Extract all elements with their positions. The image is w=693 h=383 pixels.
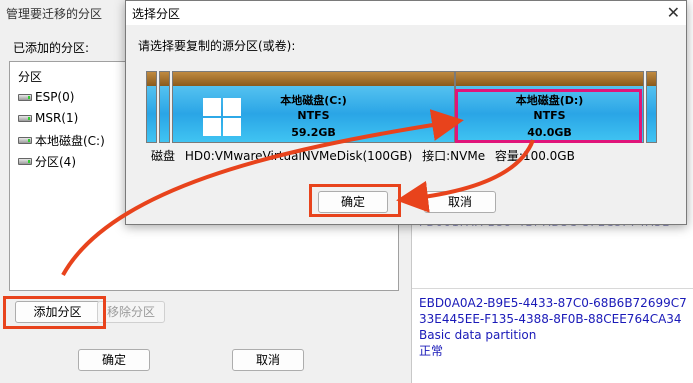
- window-title: 管理要迁移的分区: [6, 7, 103, 21]
- tree-item-label: 分区(4): [35, 155, 76, 169]
- disk-label: 磁盘: [151, 149, 176, 163]
- partition-c-block[interactable]: 本地磁盘(C:) NTFS 59.2GB: [172, 71, 455, 143]
- dialog-titlebar: 选择分区 ✕: [126, 1, 686, 25]
- partition-icon: [18, 114, 32, 122]
- disk-capacity: 容量:100.0GB: [494, 149, 575, 163]
- partition-c-size: 59.2GB: [291, 126, 336, 139]
- tree-item-partition-4[interactable]: 分区(4): [18, 153, 76, 170]
- partition-icon: [18, 158, 32, 165]
- disk-model: HD0:VMwareVirtualNVMeDisk(100GB): [184, 149, 413, 163]
- added-partitions-label: 已添加的分区:: [13, 41, 90, 55]
- dialog-prompt: 请选择要复制的源分区(或卷):: [138, 39, 296, 53]
- partition-esp-block[interactable]: [146, 71, 157, 143]
- partition-d-block[interactable]: 本地磁盘(D:) NTFS 40.0GB: [455, 71, 644, 143]
- partition-d-name: 本地磁盘(D:): [515, 94, 584, 107]
- partition-icon: [18, 93, 32, 101]
- tree-item-label: 本地磁盘(C:): [35, 134, 105, 148]
- tree-item-local-c[interactable]: 本地磁盘(C:): [18, 132, 105, 149]
- disk-info: 磁盘 HD0:VMwareVirtualNVMeDisk(100GB) 接口:N…: [151, 147, 581, 164]
- partition-c-name: 本地磁盘(C:): [280, 94, 347, 107]
- partition-type: Basic data partition: [419, 328, 537, 342]
- type-guid: EBD0A0A2-B9E5-4433-87C0-68B6B72699C7: [419, 296, 687, 310]
- tree-item-msr[interactable]: MSR(1): [18, 111, 78, 125]
- remove-partition-button[interactable]: 移除分区: [97, 301, 165, 323]
- select-partition-dialog: 选择分区 ✕ 请选择要复制的源分区(或卷): 本地磁盘(C:) NTFS 59.…: [125, 0, 687, 225]
- partition-msr-block[interactable]: [159, 71, 170, 143]
- partition-status: 正常: [419, 344, 444, 358]
- disk-partition-map: 本地磁盘(C:) NTFS 59.2GB 本地磁盘(D:) NTFS 40.0G…: [146, 71, 659, 143]
- partition-d-size: 40.0GB: [527, 126, 572, 139]
- tree-item-esp[interactable]: ESP(0): [18, 90, 74, 104]
- tree-item-label: ESP(0): [35, 90, 75, 104]
- add-button-annotation-frame: [3, 296, 106, 329]
- close-icon[interactable]: ✕: [667, 3, 680, 22]
- tree-root[interactable]: 分区: [18, 68, 42, 85]
- dialog-title: 选择分区: [132, 7, 181, 21]
- partition-guid: 33E445EE-F135-4388-8F0B-88CEE764CA34: [419, 312, 682, 326]
- partition-d-fs: NTFS: [533, 109, 566, 122]
- partition-tail-block[interactable]: [646, 71, 657, 143]
- divider: [412, 288, 693, 289]
- ok-button-annotation-frame: [309, 184, 401, 217]
- dialog-cancel-button[interactable]: 取消: [424, 191, 496, 213]
- partition-icon: [18, 137, 32, 144]
- main-cancel-button[interactable]: 取消: [232, 349, 304, 371]
- main-ok-button[interactable]: 确定: [78, 349, 150, 371]
- partition-details: EBD0A0A2-B9E5-4433-87C0-68B6B72699C7 33E…: [419, 295, 687, 359]
- partition-c-fs: NTFS: [297, 109, 330, 122]
- disk-interface: 接口:NVMe: [422, 149, 486, 163]
- tree-item-label: MSR(1): [35, 111, 79, 125]
